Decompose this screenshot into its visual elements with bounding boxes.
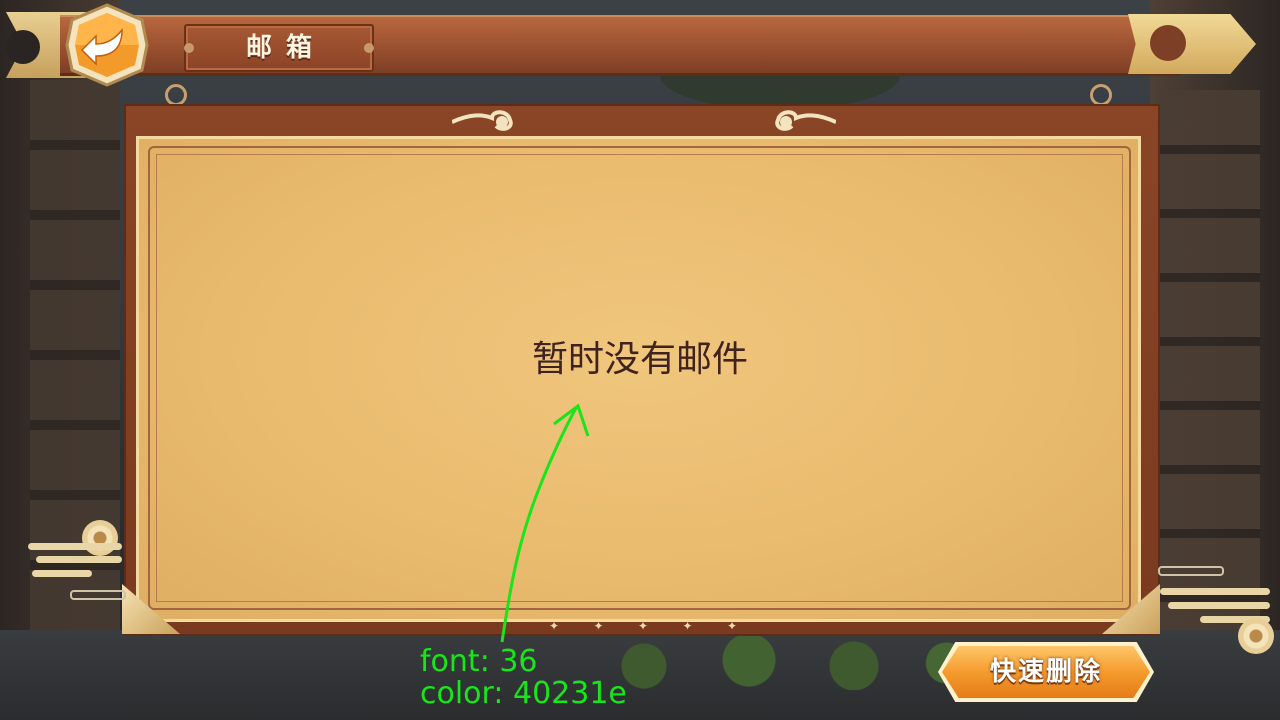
cloud-ornament-left-icon: [452, 110, 513, 131]
diamond-icon: ✦: [726, 619, 738, 633]
back-arrow-icon: [65, 3, 149, 87]
header-left-cap-hole: [6, 30, 40, 64]
header-right-cap: [1128, 14, 1256, 74]
page-title: 邮箱: [245, 33, 326, 63]
flower-icon: [82, 520, 118, 556]
annotation-text: font: 36 color: 40231e: [420, 646, 627, 710]
quick-delete-button[interactable]: 快速删除: [938, 642, 1154, 702]
hanging-ring-right: [1090, 84, 1112, 106]
flower-icon: [1238, 618, 1274, 654]
header-right-cap-hole: [1150, 25, 1186, 61]
cloud-ornament-right-icon: [775, 110, 836, 131]
hanging-ring-left: [165, 84, 187, 106]
quick-delete-label: 快速删除: [989, 657, 1102, 687]
diamond-icon: ✦: [682, 619, 693, 633]
annotation-arrow-icon: [500, 403, 590, 643]
title-plate: 邮箱: [184, 24, 374, 72]
annotation-color-line: color: 40231e: [420, 676, 627, 711]
back-button[interactable]: [64, 2, 150, 88]
annotation-font-line: font: 36: [420, 644, 538, 679]
diamond-icon: ✦: [637, 619, 649, 633]
empty-mail-message: 暂时没有邮件: [531, 339, 748, 380]
